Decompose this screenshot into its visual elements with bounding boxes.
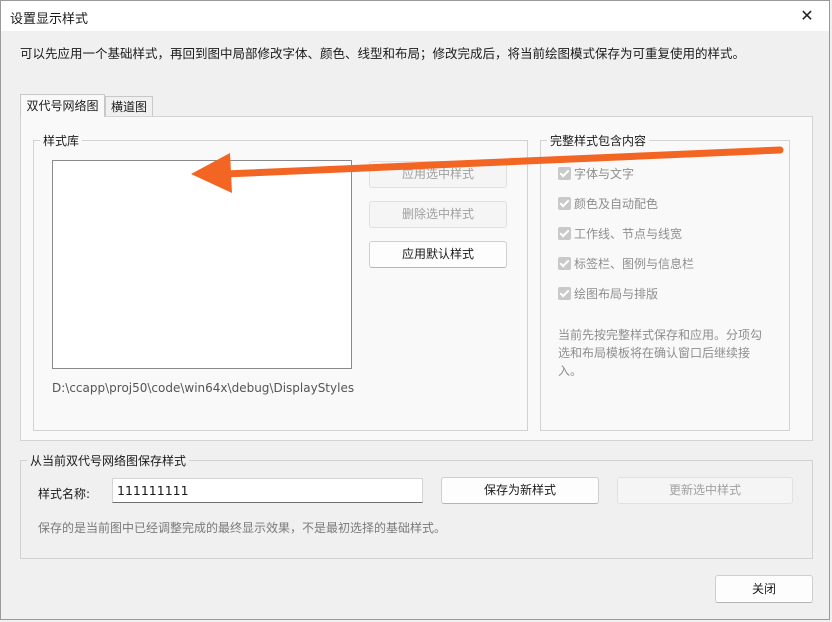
style-name-label: 样式名称: xyxy=(38,487,91,501)
title-bar: 设置显示样式 ✕ xyxy=(1,1,829,31)
style-name-input[interactable] xyxy=(112,478,423,503)
intro-text: 可以先应用一个基础样式，再回到图中局部修改字体、颜色、线型和布局；修改完成后，将… xyxy=(20,46,746,61)
checkbox-checked-icon xyxy=(558,286,571,300)
checkbox-label: 字体与文字 xyxy=(574,166,635,181)
checkbox-label: 颜色及自动配色 xyxy=(574,196,659,211)
tab-gantt[interactable]: 横道图 xyxy=(105,96,153,116)
checkbox-label: 绘图布局与排版 xyxy=(574,286,659,301)
update-selected-style-button[interactable]: 更新选中样式 xyxy=(617,477,793,504)
apply-selected-button[interactable]: 应用选中样式 xyxy=(369,161,507,188)
save-style-label: 从当前双代号网络图保存样式 xyxy=(27,452,190,469)
checkbox-lines-nodes: 工作线、节点与线宽 xyxy=(558,225,682,241)
checkbox-layout: 绘图布局与排版 xyxy=(558,285,658,301)
save-style-group: 从当前双代号网络图保存样式 xyxy=(20,452,813,559)
tab-network-diagram[interactable]: 双代号网络图 xyxy=(20,94,105,117)
checkbox-checked-icon xyxy=(558,256,571,270)
save-note: 保存的是当前图中已经调整完成的最终显示效果，不是最初选择的基础样式。 xyxy=(38,521,447,535)
contents-note: 当前先按完整样式保存和应用。分项勾选和布局模板将在确认窗口后继续接入。 xyxy=(558,328,763,378)
style-library-label: 样式库 xyxy=(40,132,83,149)
close-button[interactable]: 关闭 xyxy=(715,575,813,603)
checkbox-label: 标签栏、图例与信息栏 xyxy=(574,256,695,271)
apply-default-button[interactable]: 应用默认样式 xyxy=(369,241,507,268)
dialog-window: 设置显示样式 ✕ 可以先应用一个基础样式，再回到图中局部修改字体、颜色、线型和布… xyxy=(0,0,830,620)
checkbox-label: 工作线、节点与线宽 xyxy=(574,226,683,241)
close-icon[interactable]: ✕ xyxy=(785,1,829,31)
style-list[interactable] xyxy=(52,160,352,369)
delete-selected-button[interactable]: 删除选中样式 xyxy=(369,201,507,228)
checkbox-checked-icon xyxy=(558,226,571,240)
checkbox-checked-icon xyxy=(558,196,571,210)
checkbox-checked-icon xyxy=(558,166,571,180)
save-new-style-button[interactable]: 保存为新样式 xyxy=(441,477,599,504)
style-folder-path: D:\ccapp\proj50\code\win64x\debug\Displa… xyxy=(52,381,355,395)
checkbox-colors: 颜色及自动配色 xyxy=(558,195,658,211)
checkbox-fonts: 字体与文字 xyxy=(558,165,634,181)
checkbox-labels-legend: 标签栏、图例与信息栏 xyxy=(558,255,694,271)
window-title: 设置显示样式 xyxy=(10,12,89,27)
style-contents-label: 完整样式包含内容 xyxy=(547,132,650,149)
